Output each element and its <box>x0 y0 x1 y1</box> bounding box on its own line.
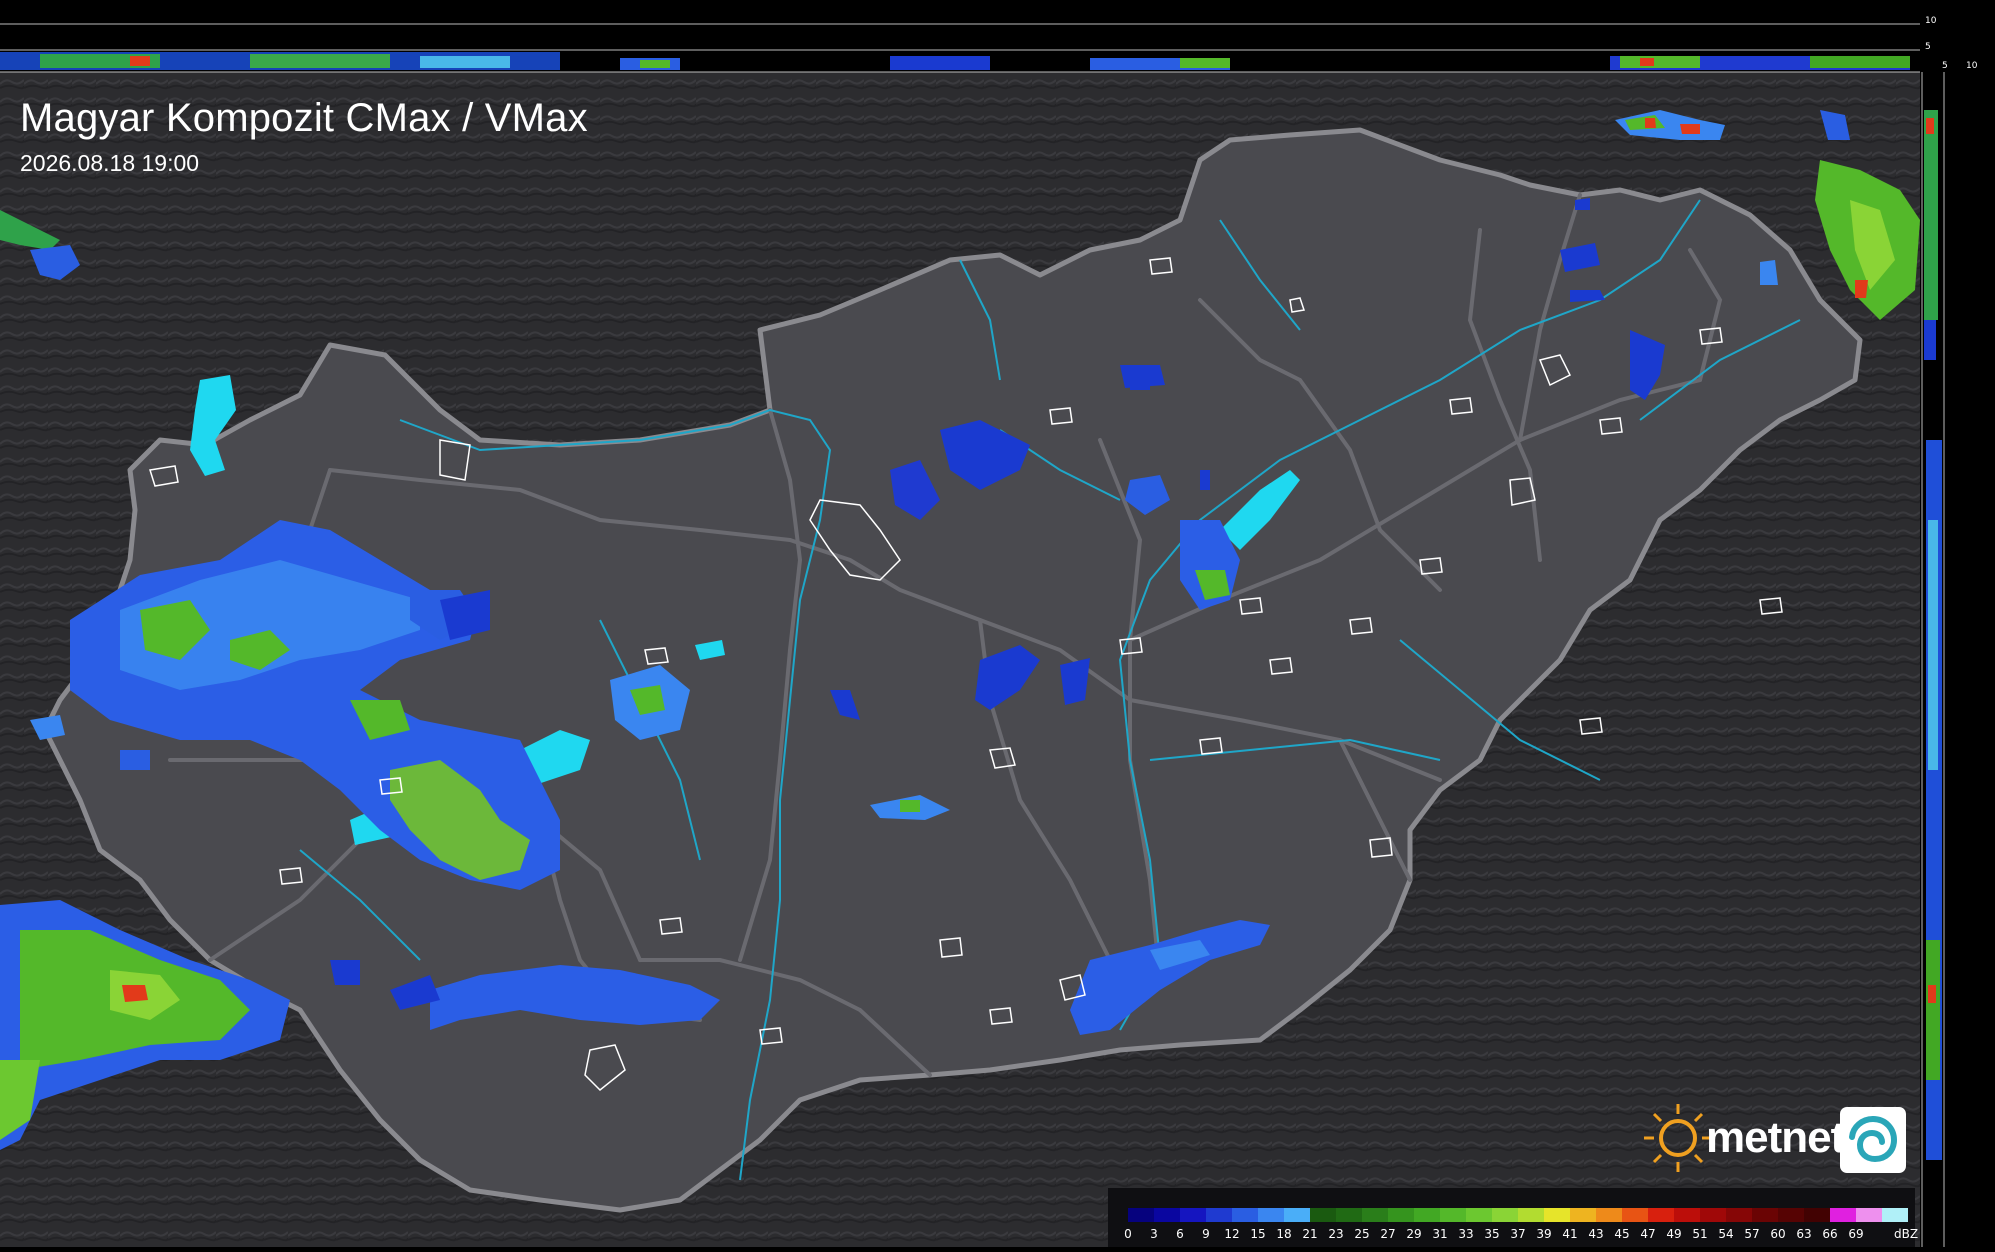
legend-swatch <box>1128 1208 1154 1222</box>
radar-map <box>0 0 1995 1247</box>
legend-swatch <box>1544 1208 1570 1222</box>
legend-swatch <box>1700 1208 1726 1222</box>
legend-swatch <box>1648 1208 1674 1222</box>
legend-label: 39 <box>1536 1227 1552 1241</box>
legend-swatch <box>1856 1208 1882 1222</box>
legend-swatch <box>1336 1208 1362 1222</box>
legend-label: 9 <box>1202 1227 1210 1241</box>
legend-label: 23 <box>1328 1227 1344 1241</box>
legend-swatch <box>1258 1208 1284 1222</box>
legend-swatch <box>1206 1208 1232 1222</box>
top-profile-tick-5: 5 <box>1925 42 1931 52</box>
legend-swatch <box>1674 1208 1700 1222</box>
brand-logo: metnet <box>1638 1105 1910 1180</box>
legend-label: 21 <box>1302 1227 1318 1241</box>
legend-label: 29 <box>1406 1227 1422 1241</box>
legend-label: 45 <box>1614 1227 1630 1241</box>
legend-label: 31 <box>1432 1227 1448 1241</box>
legend-swatch <box>1232 1208 1258 1222</box>
radar-map-view: Magyar Kompozit CMax / VMax 2026.08.18 1… <box>0 0 1995 1247</box>
legend-swatch <box>1388 1208 1414 1222</box>
legend-swatch <box>1726 1208 1752 1222</box>
legend-swatch <box>1440 1208 1466 1222</box>
legend-swatch <box>1180 1208 1206 1222</box>
legend-label: 57 <box>1744 1227 1760 1241</box>
legend-label: 15 <box>1250 1227 1266 1241</box>
legend-swatch <box>1466 1208 1492 1222</box>
legend-swatch <box>1492 1208 1518 1222</box>
reflectivity-legend: dBZ 0 3 6 9 12 15 18 21 23 25 27 29 31 33 35 37 39 41 43 45… <box>1108 1188 1919 1247</box>
legend-label: 66 <box>1822 1227 1838 1241</box>
side-profile-tick-10: 10 <box>1966 61 1978 71</box>
legend-swatch <box>1752 1208 1778 1222</box>
brand-emblem-icon <box>1840 1107 1906 1173</box>
legend-label: 35 <box>1484 1227 1500 1241</box>
legend-swatch <box>1284 1208 1310 1222</box>
legend-label: 3 <box>1150 1227 1158 1241</box>
legend-label: 51 <box>1692 1227 1708 1241</box>
side-profile-tick-5: 5 <box>1942 61 1948 71</box>
legend-swatch <box>1596 1208 1622 1222</box>
legend-label: 37 <box>1510 1227 1526 1241</box>
legend-swatch <box>1362 1208 1388 1222</box>
legend-label: 33 <box>1458 1227 1474 1241</box>
brand-name: metnet <box>1706 1113 1845 1162</box>
legend-swatch <box>1622 1208 1648 1222</box>
legend-label: 25 <box>1354 1227 1370 1241</box>
map-title: Magyar Kompozit CMax / VMax <box>20 96 588 140</box>
legend-label: 60 <box>1770 1227 1786 1241</box>
legend-label: 49 <box>1666 1227 1682 1241</box>
legend-label: 43 <box>1588 1227 1604 1241</box>
legend-label: 69 <box>1848 1227 1864 1241</box>
legend-swatch <box>1804 1208 1830 1222</box>
legend-label: 54 <box>1718 1227 1734 1241</box>
legend-swatch <box>1778 1208 1804 1222</box>
top-profile-tick-10: 10 <box>1925 16 1937 26</box>
legend-swatch <box>1154 1208 1180 1222</box>
legend-swatch <box>1830 1208 1856 1222</box>
legend-label: 0 <box>1124 1227 1132 1241</box>
legend-swatch <box>1570 1208 1596 1222</box>
legend-swatch <box>1414 1208 1440 1222</box>
legend-label: 6 <box>1176 1227 1184 1241</box>
legend-swatch <box>1310 1208 1336 1222</box>
legend-label: 47 <box>1640 1227 1656 1241</box>
legend-label: 18 <box>1276 1227 1292 1241</box>
legend-swatch <box>1882 1208 1908 1222</box>
legend-swatch <box>1518 1208 1544 1222</box>
legend-label: 41 <box>1562 1227 1578 1241</box>
legend-label: 12 <box>1224 1227 1240 1241</box>
map-timestamp: 2026.08.18 19:00 <box>20 150 200 176</box>
legend-label: 63 <box>1796 1227 1812 1241</box>
legend-unit: dBZ <box>1894 1227 1919 1241</box>
legend-label: 27 <box>1380 1227 1396 1241</box>
